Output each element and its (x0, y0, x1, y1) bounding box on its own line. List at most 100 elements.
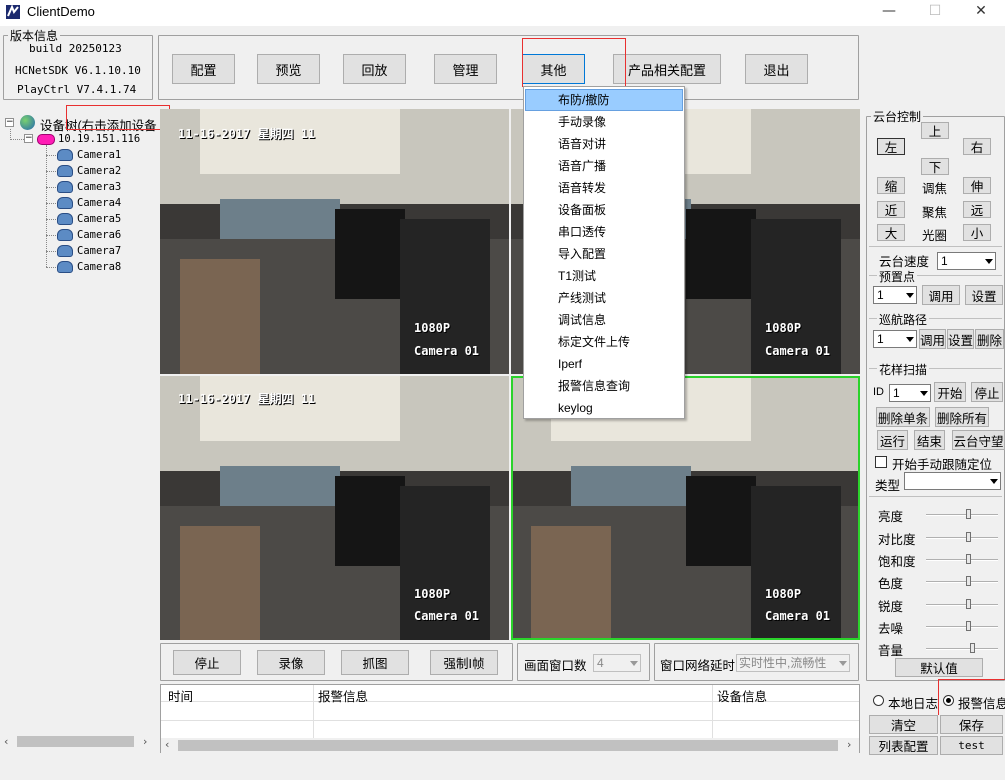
save-button[interactable]: 保存 (940, 715, 1003, 734)
menu-item-calibration-upload[interactable]: 标定文件上传 (525, 331, 683, 353)
type-select[interactable] (904, 472, 1001, 490)
iris-close-button[interactable]: 小 (963, 224, 991, 241)
slider-thumb[interactable] (966, 532, 971, 542)
camera-item[interactable]: Camera1 (77, 149, 121, 161)
delay-select[interactable]: 实时性中,流畅性 (736, 654, 850, 672)
camera-item[interactable]: Camera7 (77, 245, 121, 257)
pattern-start-button[interactable]: 开始 (934, 382, 966, 402)
list-config-button[interactable]: 列表配置 (869, 736, 938, 755)
device-ip[interactable]: 10.19.151.116 (58, 133, 140, 145)
ptz-left-button[interactable]: 左 (877, 138, 905, 155)
camera-item[interactable]: Camera8 (77, 261, 121, 273)
force-i-frame-button[interactable]: 强制I帧 (430, 650, 498, 675)
menu-item-debug-info[interactable]: 调试信息 (525, 309, 683, 331)
pattern-end-button[interactable]: 结束 (914, 430, 945, 450)
menu-item-voice-forward[interactable]: 语音转发 (525, 177, 683, 199)
brightness-slider[interactable] (926, 509, 998, 519)
camera-item[interactable]: Camera4 (77, 197, 121, 209)
tree-scrollbar[interactable]: ‹ › (0, 733, 157, 750)
cruise-call-button[interactable]: 调用 (919, 329, 946, 349)
speed-select[interactable]: 1 (937, 252, 996, 270)
ptz-right-button[interactable]: 右 (963, 138, 991, 155)
tree-collapse-toggle[interactable]: − (5, 118, 14, 127)
ptz-up-button[interactable]: 上 (921, 122, 949, 139)
config-button[interactable]: 配置 (172, 54, 235, 84)
saturation-slider[interactable] (926, 554, 998, 564)
menu-item-arm-disarm[interactable]: 布防/撤防 (525, 89, 683, 111)
scroll-left-icon[interactable]: ‹ (165, 738, 169, 751)
cruise-set-button[interactable]: 设置 (947, 329, 974, 349)
window-count-select[interactable]: 4 (593, 654, 641, 672)
pattern-delete-all-button[interactable]: 删除所有 (935, 407, 989, 427)
minimize-button[interactable]: — (866, 0, 912, 24)
slider-thumb[interactable] (966, 554, 971, 564)
menu-item-alarm-query[interactable]: 报警信息查询 (525, 375, 683, 397)
pattern-delete-one-button[interactable]: 删除单条 (876, 407, 930, 427)
ptz-guard-button[interactable]: 云台守望 (952, 430, 1005, 450)
device-collapse-toggle[interactable]: − (24, 134, 33, 143)
scroll-thumb[interactable] (17, 736, 134, 747)
menu-item-device-panel[interactable]: 设备面板 (525, 199, 683, 221)
clear-button[interactable]: 清空 (869, 715, 938, 734)
slider-thumb[interactable] (966, 509, 971, 519)
contrast-slider[interactable] (926, 532, 998, 542)
preset-call-button[interactable]: 调用 (922, 285, 960, 305)
ptz-down-button[interactable]: 下 (921, 158, 949, 175)
column-time[interactable]: 时间 (168, 686, 193, 705)
close-button[interactable]: ✕ (958, 0, 1004, 24)
slider-thumb[interactable] (966, 576, 971, 586)
video-window-1[interactable]: 11-16-2017 星期四 11 1080P Camera 01 (160, 109, 509, 374)
zoom-out-button[interactable]: 缩 (877, 177, 905, 194)
cruise-delete-button[interactable]: 删除 (975, 329, 1004, 349)
menu-item-t1-test[interactable]: T1测试 (525, 265, 683, 287)
test-button[interactable]: test (940, 736, 1003, 755)
column-device[interactable]: 设备信息 (717, 686, 767, 705)
scroll-thumb[interactable] (178, 740, 838, 751)
menu-item-manual-record[interactable]: 手动录像 (525, 111, 683, 133)
scroll-right-icon[interactable]: › (847, 738, 851, 751)
stop-preview-button[interactable]: 停止 (173, 650, 241, 675)
camera-item[interactable]: Camera3 (77, 181, 121, 193)
iris-open-button[interactable]: 大 (877, 224, 905, 241)
pattern-run-button[interactable]: 运行 (877, 430, 908, 450)
record-button[interactable]: 录像 (257, 650, 325, 675)
preset-set-button[interactable]: 设置 (965, 285, 1003, 305)
camera-item[interactable]: Camera6 (77, 229, 121, 241)
preview-button[interactable]: 预览 (257, 54, 320, 84)
menu-item-voice-broadcast[interactable]: 语音广播 (525, 155, 683, 177)
cruise-select[interactable]: 1 (873, 330, 917, 348)
menu-item-serial-transparent[interactable]: 串口透传 (525, 221, 683, 243)
log-scrollbar[interactable]: ‹ › (161, 738, 859, 753)
exit-button[interactable]: 退出 (745, 54, 808, 84)
video-window-3[interactable]: 11-16-2017 星期四 11 1080P Camera 01 (160, 376, 509, 640)
maximize-button[interactable]: ☐ (912, 0, 958, 24)
device-tree[interactable]: − 设备树(右击添加设备 − 10.19.151.116 Camera1 Cam… (0, 108, 157, 753)
menu-item-production-test[interactable]: 产线测试 (525, 287, 683, 309)
scroll-right-icon[interactable]: › (143, 735, 147, 748)
hue-slider[interactable] (926, 576, 998, 586)
focus-far-button[interactable]: 远 (963, 201, 991, 218)
preset-select[interactable]: 1 (873, 286, 917, 304)
menu-item-import-config[interactable]: 导入配置 (525, 243, 683, 265)
pattern-id-select[interactable]: 1 (889, 384, 931, 402)
camera-item[interactable]: Camera2 (77, 165, 121, 177)
local-log-radio[interactable] (873, 695, 884, 706)
manual-track-checkbox[interactable] (875, 456, 887, 468)
capture-button[interactable]: 抓图 (341, 650, 409, 675)
manage-button[interactable]: 管理 (434, 54, 497, 84)
log-table[interactable]: 时间 报警信息 设备信息 ‹ › (160, 684, 860, 753)
playback-button[interactable]: 回放 (343, 54, 406, 84)
slider-thumb[interactable] (970, 643, 975, 653)
sharpness-slider[interactable] (926, 599, 998, 609)
menu-item-keylog[interactable]: keylog (525, 397, 683, 419)
slider-thumb[interactable] (966, 621, 971, 631)
menu-item-iperf[interactable]: Iperf (525, 353, 683, 375)
focus-near-button[interactable]: 近 (877, 201, 905, 218)
camera-item[interactable]: Camera5 (77, 213, 121, 225)
denoise-slider[interactable] (926, 621, 998, 631)
slider-thumb[interactable] (966, 599, 971, 609)
default-values-button[interactable]: 默认值 (895, 658, 983, 677)
menu-item-voice-talk[interactable]: 语音对讲 (525, 133, 683, 155)
pattern-stop-button[interactable]: 停止 (971, 382, 1003, 402)
column-alarm[interactable]: 报警信息 (318, 686, 368, 705)
